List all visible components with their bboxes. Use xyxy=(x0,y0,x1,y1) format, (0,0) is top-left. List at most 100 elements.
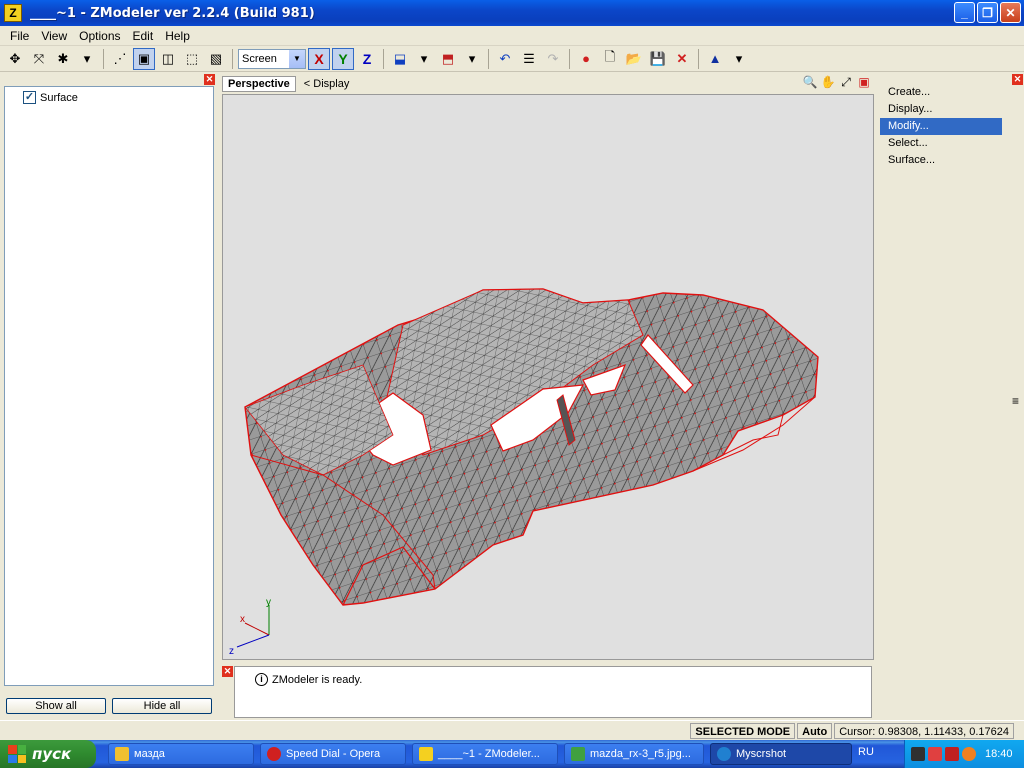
delete-icon[interactable]: ✕ xyxy=(671,48,693,70)
title-bar: Z ____~1 - ZModeler ver 2.2.4 (Build 981… xyxy=(0,0,1024,26)
taskbar-item-myscrshot[interactable]: Myscrshot xyxy=(710,743,852,765)
close-panel-icon[interactable]: ✕ xyxy=(222,666,233,677)
task-label: Myscrshot xyxy=(736,748,787,760)
toolbar-separator xyxy=(569,48,570,69)
command-modify[interactable]: Modify... xyxy=(880,118,1002,135)
zmodeler-app-icon: Z xyxy=(4,4,22,22)
viewport-display-link[interactable]: < Display xyxy=(304,78,350,90)
menu-options[interactable]: Options xyxy=(73,29,126,43)
select-dropdown-icon[interactable]: ▾ xyxy=(76,48,98,70)
minimize-button[interactable]: _ xyxy=(954,2,975,23)
selection-mode-status[interactable]: SELECTED MODE xyxy=(690,722,796,739)
export-dropdown-icon[interactable]: ▾ xyxy=(461,48,483,70)
zmodeler-icon xyxy=(419,747,433,761)
menu-file[interactable]: File xyxy=(4,29,35,43)
export-icon[interactable]: ⬒ xyxy=(437,48,459,70)
info-icon: i xyxy=(255,673,268,686)
undo-icon[interactable]: ↶ xyxy=(494,48,516,70)
car-body-mesh xyxy=(244,288,819,606)
tray-network-icon[interactable] xyxy=(928,747,942,761)
axis-gizmo: y x z xyxy=(229,597,271,657)
checkbox-checked-icon[interactable]: ✓ xyxy=(23,91,36,104)
command-panel: ✕ Create... Display... Modify... Select.… xyxy=(878,72,1024,720)
toolbar-separator xyxy=(383,48,384,69)
import-icon[interactable]: ⬓ xyxy=(389,48,411,70)
window-title: ____~1 - ZModeler ver 2.2.4 (Build 981) xyxy=(30,5,315,21)
axis-y-toggle[interactable]: Y xyxy=(332,47,354,70)
menu-edit[interactable]: Edit xyxy=(127,29,160,43)
command-surface[interactable]: Surface... xyxy=(880,152,1002,169)
tray-k-icon[interactable] xyxy=(945,747,959,761)
main-toolbar: ✥ ⤧ ✱ ▾ ⋰ ▣ ◫ ⬚ ▧ Screen ▼ X Y Z ⬓ ▾ ⬒ ▾… xyxy=(0,46,1024,72)
log-output: i ZModeler is ready. xyxy=(234,666,872,718)
auto-status[interactable]: Auto xyxy=(797,722,833,739)
new-file-icon[interactable]: 🗋 xyxy=(599,48,621,70)
system-tray: 18:40 xyxy=(904,740,1024,768)
tree-item-label: Surface xyxy=(40,91,78,104)
start-button[interactable]: пуск xyxy=(0,740,96,768)
toolbar-separator xyxy=(232,48,233,69)
show-all-button[interactable]: Show all xyxy=(6,698,106,714)
record-icon[interactable]: ● xyxy=(575,48,597,70)
taskbar-item-opera[interactable]: Speed Dial - Opera xyxy=(260,743,406,765)
object-mode-icon[interactable]: ◫ xyxy=(157,48,179,70)
vertex-mode-icon[interactable]: ⋰ xyxy=(109,48,131,70)
command-select[interactable]: Select... xyxy=(880,135,1002,152)
pan-hand-icon[interactable]: ✋ xyxy=(820,74,836,90)
select-edge-icon[interactable]: ⤧ xyxy=(28,48,50,70)
close-panel-icon[interactable]: ✕ xyxy=(1012,74,1023,85)
viewport-panel: Perspective < Display 🔍 ✋ ⤢ ▣ y x z xyxy=(220,72,876,662)
command-create[interactable]: Create... xyxy=(880,84,1002,101)
language-indicator[interactable]: RU xyxy=(858,746,874,758)
object-tree: ✓ Surface xyxy=(4,86,214,686)
taskbar-item-image-viewer[interactable]: mazda_rx-3_r5.jpg... xyxy=(564,743,704,765)
taskbar-item-folder[interactable]: мазда xyxy=(108,743,254,765)
maximize-viewport-icon[interactable]: ⤢ xyxy=(838,74,854,90)
select-object-icon[interactable]: ✱ xyxy=(52,48,74,70)
restore-button[interactable]: ❐ xyxy=(977,2,998,23)
tree-item-surface[interactable]: ✓ Surface xyxy=(23,91,78,104)
3d-viewport-canvas[interactable]: y x z xyxy=(222,94,874,660)
coord-mode-value: Screen xyxy=(242,52,277,65)
tray-volume-icon[interactable] xyxy=(962,747,976,761)
select-vertex-icon[interactable]: ✥ xyxy=(4,48,26,70)
taskbar-item-zmodeler[interactable]: ____~1 - ZModeler... xyxy=(412,743,558,765)
axis-x-toggle[interactable]: X xyxy=(308,47,330,70)
axis-z-toggle[interactable]: Z xyxy=(356,48,378,70)
viewport-tab-perspective[interactable]: Perspective xyxy=(222,76,296,92)
command-menu: Create... Display... Modify... Select...… xyxy=(880,84,1002,184)
properties-icon[interactable]: ☰ xyxy=(518,48,540,70)
toolbar-separator xyxy=(698,48,699,69)
cursor-coords: Cursor: 0.98308, 1.11433, 0.17624 xyxy=(834,722,1014,739)
task-label: ____~1 - ZModeler... xyxy=(438,748,540,760)
command-display[interactable]: Display... xyxy=(880,101,1002,118)
menu-help[interactable]: Help xyxy=(159,29,196,43)
tray-app-icon[interactable] xyxy=(911,747,925,761)
menu-bar: File View Options Edit Help xyxy=(0,26,1024,46)
close-panel-icon[interactable]: ✕ xyxy=(204,74,215,85)
render-cone-icon[interactable]: ▲ xyxy=(704,48,726,70)
close-viewport-icon[interactable]: ▣ xyxy=(856,74,872,90)
opera-icon xyxy=(267,747,281,761)
save-icon[interactable]: 💾 xyxy=(647,48,669,70)
redo-icon[interactable]: ↷ xyxy=(542,48,564,70)
log-entry: i ZModeler is ready. xyxy=(255,673,362,686)
hide-all-button[interactable]: Hide all xyxy=(112,698,212,714)
viewport-header: Perspective < Display xyxy=(222,74,874,94)
box-mode-icon[interactable]: ⬚ xyxy=(181,48,203,70)
face-mode-icon[interactable]: ▣ xyxy=(133,47,155,70)
image-icon xyxy=(571,747,585,761)
render-dropdown-icon[interactable]: ▾ xyxy=(728,48,750,70)
menu-view[interactable]: View xyxy=(35,29,73,43)
import-dropdown-icon[interactable]: ▾ xyxy=(413,48,435,70)
splitter-grip-icon[interactable]: ≡ xyxy=(1012,394,1019,408)
windows-flag-icon xyxy=(8,745,26,763)
open-folder-icon[interactable]: 📂 xyxy=(623,48,645,70)
object-tree-panel: ✕ ✓ Surface Show all Hide all xyxy=(0,74,218,720)
zoom-icon[interactable]: 🔍 xyxy=(802,74,818,90)
close-button[interactable]: ✕ xyxy=(1000,2,1021,23)
car-mesh: y x z xyxy=(229,288,819,657)
cube-mode-icon[interactable]: ▧ xyxy=(205,48,227,70)
gizmo-z-label: z xyxy=(229,646,234,657)
coord-mode-select[interactable]: Screen ▼ xyxy=(238,48,306,69)
